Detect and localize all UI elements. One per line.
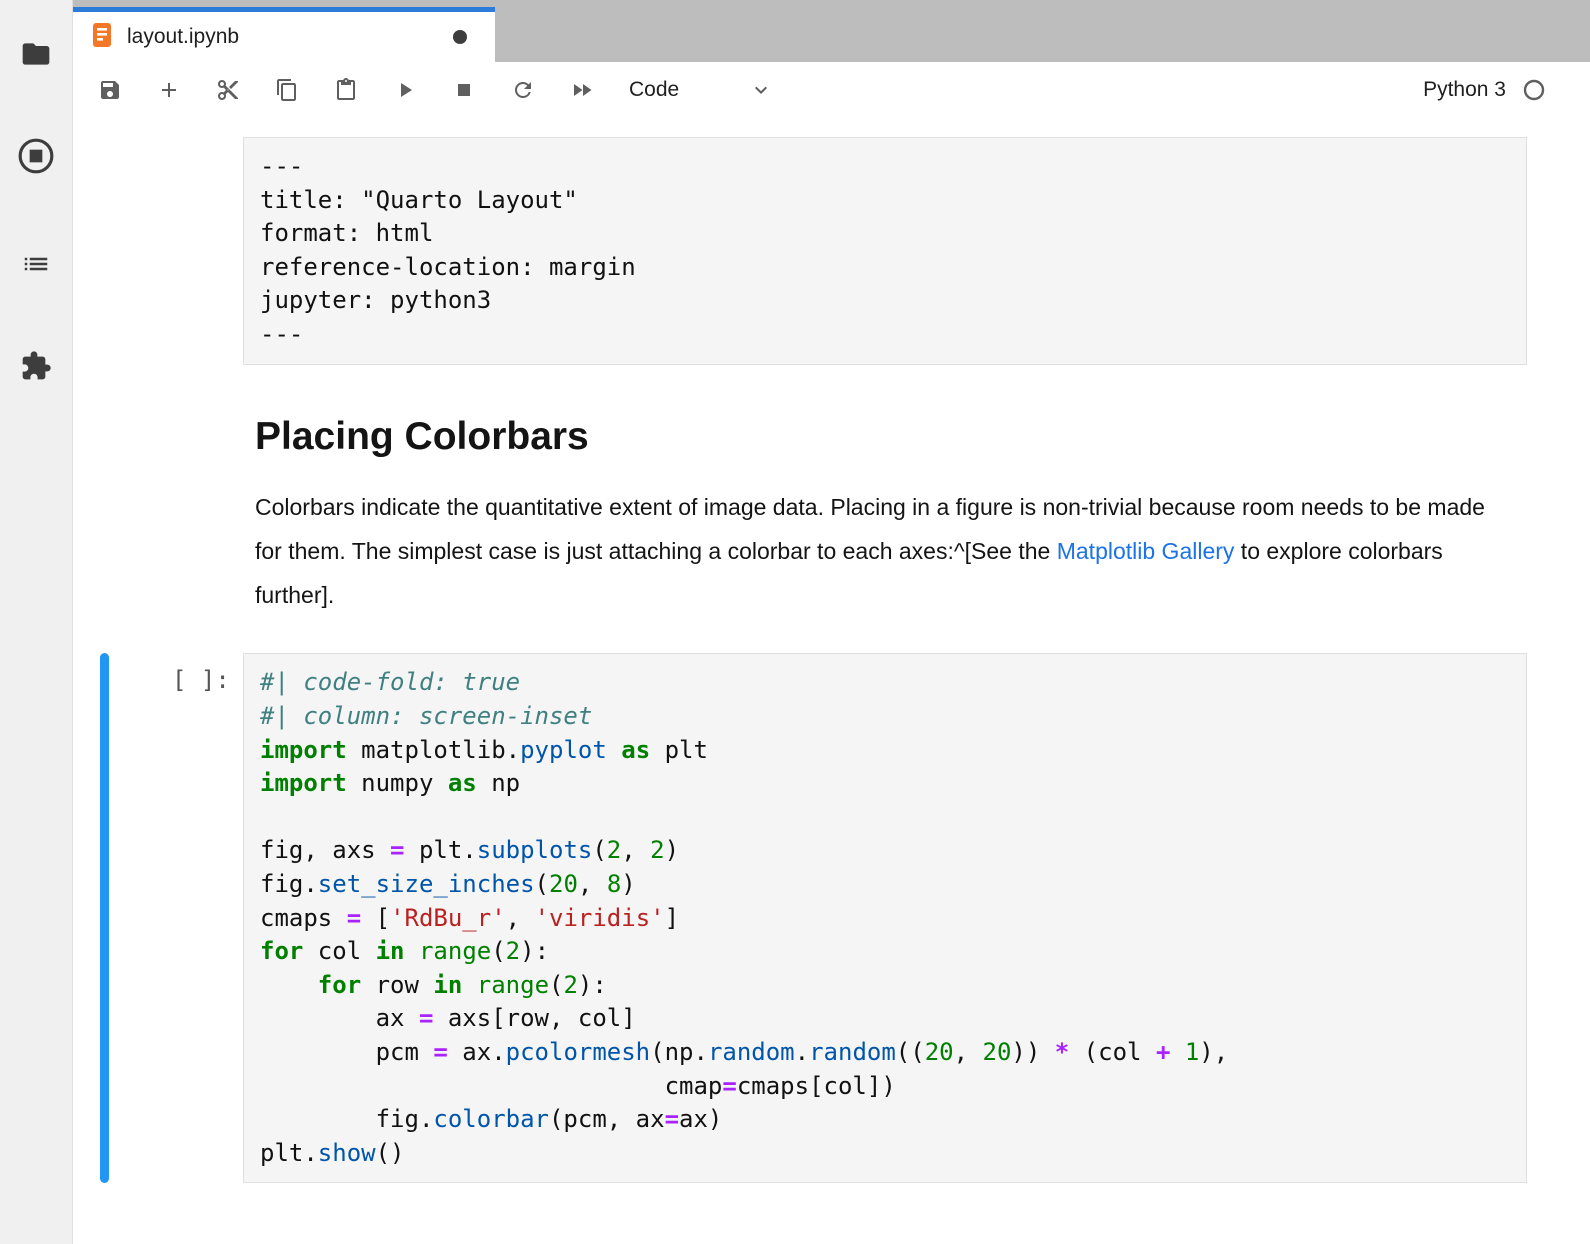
- raw-cell-source[interactable]: --- title: "Quarto Layout" format: html …: [260, 150, 1510, 352]
- run-cell-button[interactable]: [393, 78, 417, 102]
- code-editor[interactable]: #| code-fold: true#| column: screen-inse…: [243, 653, 1527, 1183]
- main-dock-panel: layout.ipynb: [72, 0, 1590, 1244]
- cell-type-value: Code: [629, 78, 679, 102]
- notebook-toolbar: Code Python 3: [72, 62, 1590, 119]
- sidebar-tab-running-sessions[interactable]: [0, 134, 72, 178]
- sidebar-tab-file-browser[interactable]: [0, 32, 72, 76]
- restart-run-all-button[interactable]: [570, 78, 594, 102]
- tab-title: layout.ipynb: [127, 25, 239, 49]
- chevron-down-icon: [749, 78, 773, 102]
- save-button[interactable]: [98, 78, 122, 102]
- paste-cells-button[interactable]: [334, 78, 358, 102]
- matplotlib-gallery-link[interactable]: Matplotlib Gallery: [1057, 538, 1235, 564]
- puzzle-icon: [20, 350, 52, 382]
- notebook-content: --- title: "Quarto Layout" format: html …: [72, 118, 1590, 1244]
- unsaved-changes-indicator[interactable]: [453, 30, 467, 44]
- insert-cell-button[interactable]: [157, 78, 181, 102]
- code-cell[interactable]: [ ]: #| code-fold: true#| column: screen…: [72, 653, 1590, 1183]
- stop-circle-icon: [17, 137, 55, 175]
- restart-kernel-button[interactable]: [511, 78, 535, 102]
- cell-input-prompt: [ ]:: [172, 666, 230, 694]
- kernel-status-icon[interactable]: [1522, 78, 1546, 102]
- kernel-name[interactable]: Python 3: [1423, 78, 1506, 102]
- sidebar-tab-extensions[interactable]: [0, 344, 72, 388]
- interrupt-kernel-button[interactable]: [452, 78, 476, 102]
- list-icon: [21, 249, 51, 279]
- left-sidebar: [0, 0, 73, 1244]
- markdown-paragraph: Colorbars indicate the quantitative exte…: [255, 485, 1500, 617]
- jupyterlab-window: layout.ipynb: [0, 0, 1590, 1244]
- cell-type-dropdown[interactable]: Code: [629, 78, 773, 102]
- dock-tab-bar: layout.ipynb: [72, 0, 1590, 62]
- markdown-cell[interactable]: Placing Colorbars Colorbars indicate the…: [255, 415, 1500, 618]
- raw-cell[interactable]: --- title: "Quarto Layout" format: html …: [243, 137, 1527, 365]
- active-cell-indicator[interactable]: [100, 653, 109, 1183]
- markdown-heading: Placing Colorbars: [255, 415, 1500, 460]
- notebook-file-icon: [90, 22, 114, 53]
- tab-layout-ipynb[interactable]: layout.ipynb: [72, 7, 495, 62]
- cut-cells-button[interactable]: [216, 78, 240, 102]
- folder-icon: [20, 38, 52, 70]
- copy-cells-button[interactable]: [275, 78, 299, 102]
- sidebar-tab-table-of-contents[interactable]: [0, 242, 72, 286]
